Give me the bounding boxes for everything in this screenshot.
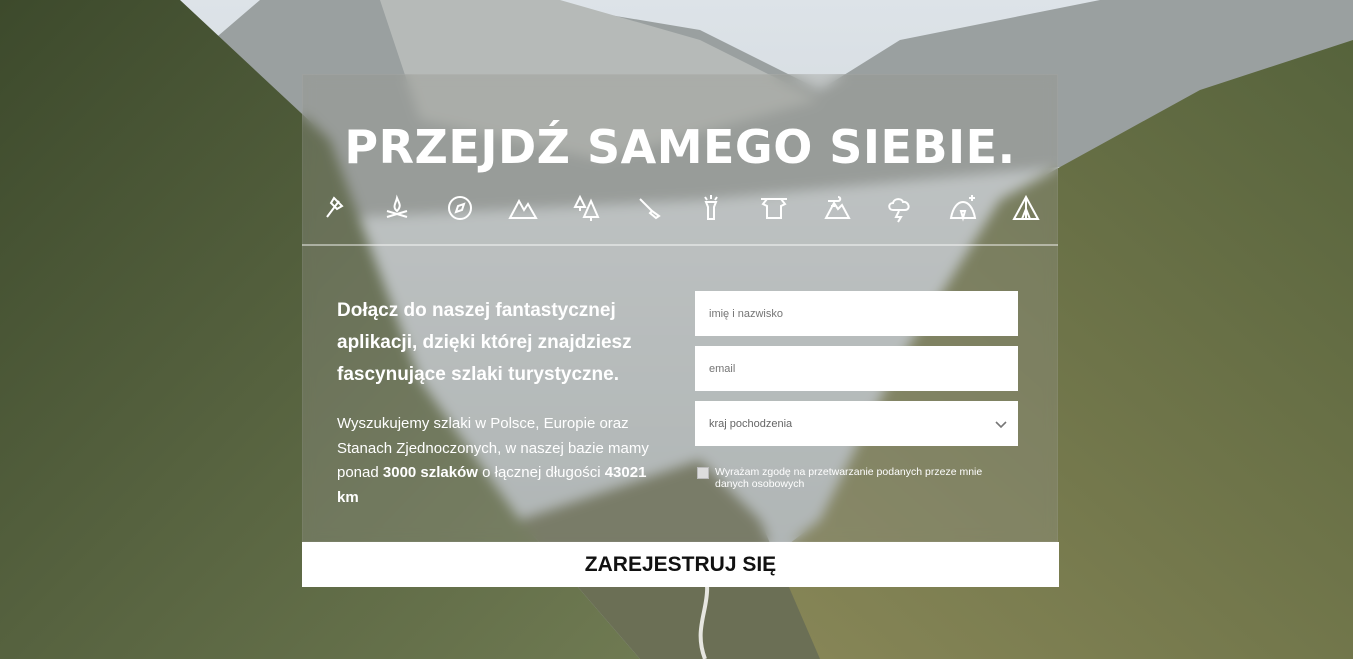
trees-icon <box>570 192 602 224</box>
consent-checkbox[interactable] <box>697 467 709 479</box>
signup-panel: PRZEJDŹ SAMEGO SIEBIE. Dołącz do naszej … <box>302 74 1058 542</box>
knife-icon <box>633 192 665 224</box>
wind-icon <box>821 192 853 224</box>
tent-icon <box>1010 192 1042 224</box>
consent-label: Wyrażam zgodę na przetwarzanie podanych … <box>715 466 983 490</box>
campfire-icon <box>381 192 413 224</box>
page-title: PRZEJDŹ SAMEGO SIEBIE. <box>344 120 1016 174</box>
register-button[interactable]: ZAREJESTRUJ SIĘ <box>302 542 1059 587</box>
divider <box>302 244 1058 246</box>
name-input[interactable] <box>695 291 1018 336</box>
consent-row: Wyrażam zgodę na przetwarzanie podanych … <box>697 466 1017 490</box>
desc-text-2: o łącznej długości <box>477 464 605 481</box>
intro-description: Wyszukujemy szlaki w Polsce, Europie ora… <box>337 412 667 510</box>
icon-row <box>318 190 1042 226</box>
email-input[interactable] <box>695 346 1018 391</box>
country-select[interactable]: kraj pochodzenia <box>695 401 1018 446</box>
chevron-down-icon <box>995 421 1007 429</box>
tent-night-icon <box>947 192 979 224</box>
clothesline-icon <box>758 192 790 224</box>
flashlight-icon <box>695 192 727 224</box>
storm-cloud-icon <box>884 192 916 224</box>
trail-count: 3000 szlaków <box>382 464 478 481</box>
mountains-icon <box>507 192 539 224</box>
intro-lead: Dołącz do naszej fantastycznej aplikacji… <box>337 300 632 385</box>
axe-icon <box>318 192 350 224</box>
country-select-value: kraj pochodzenia <box>709 417 793 430</box>
compass-icon <box>444 192 476 224</box>
